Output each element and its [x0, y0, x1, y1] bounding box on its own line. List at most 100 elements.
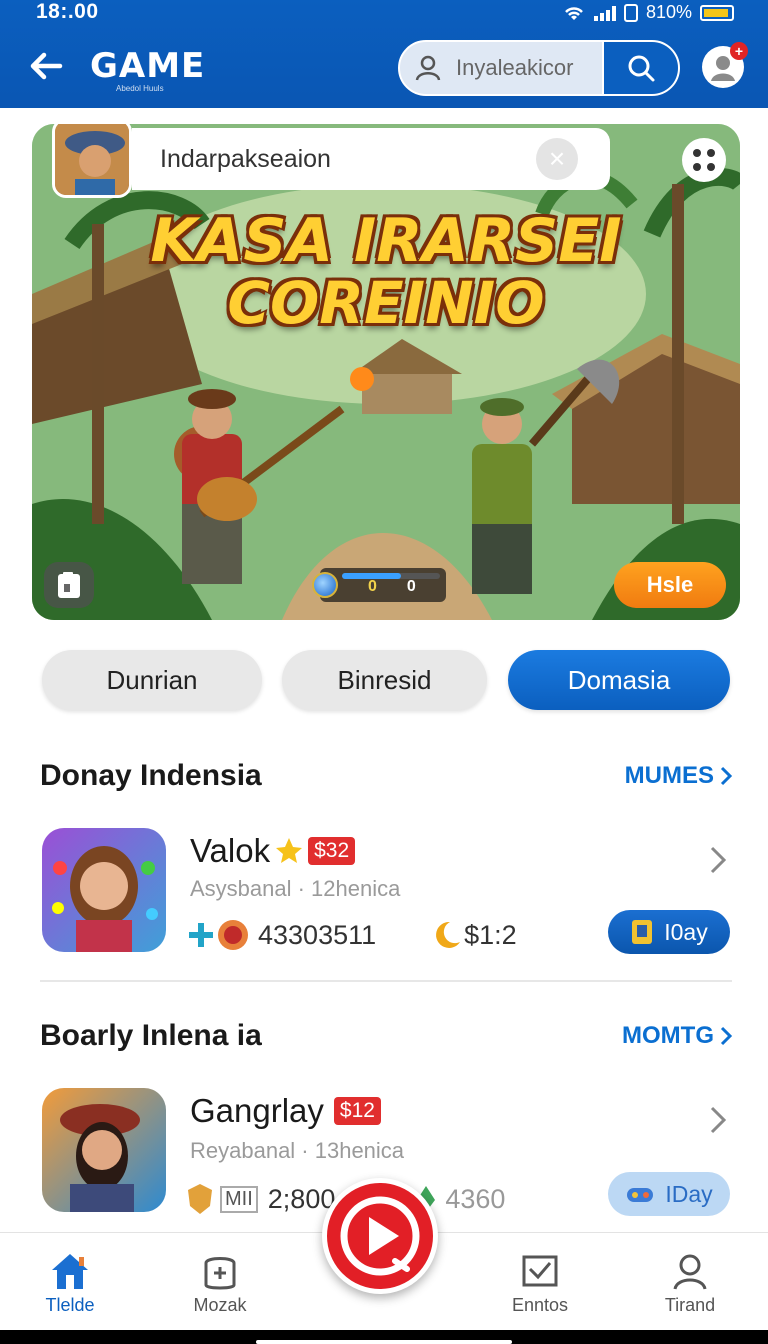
search-icon — [628, 55, 655, 82]
game-title-line1: KASA IRARSEI — [150, 206, 622, 276]
chip-domasia[interactable]: Domasia — [508, 650, 730, 710]
home-icon — [52, 1254, 88, 1289]
chevron-right-icon — [720, 1026, 733, 1046]
status-time: 18:.00 — [36, 0, 99, 23]
game-extra-count: 4360 — [445, 1183, 506, 1214]
game-title: KASA IRARSEI COREINIO — [32, 210, 740, 334]
chip-dunrian[interactable]: Dunrian — [42, 650, 262, 710]
notification-badge: + — [730, 42, 748, 60]
section-more-label: MUMES — [624, 762, 714, 789]
section-more-link[interactable]: MOMTG — [622, 1022, 734, 1050]
game-list-item[interactable]: Valok $32 Asysbanal · 12henica 43303511 … — [40, 828, 734, 958]
profile-avatar-button[interactable]: + — [702, 42, 748, 88]
section-divider — [40, 980, 732, 982]
moon-icon — [436, 921, 461, 948]
section-more-label: MOMTG — [622, 1022, 714, 1049]
section-title: Donay Indensia — [40, 759, 262, 792]
gamepad-icon — [627, 1188, 654, 1202]
nav-label: Mozak — [193, 1295, 247, 1315]
nav-item-enntos[interactable]: Enntos — [490, 1251, 590, 1316]
banner-caption: Indarpakseaion — [160, 144, 331, 173]
search-input[interactable] — [456, 42, 602, 94]
dots-icon — [693, 149, 701, 157]
chevron-right-icon — [720, 766, 733, 786]
game-hud: 0 0 — [312, 568, 446, 602]
nav-item-mozak[interactable]: Mozak — [170, 1251, 270, 1316]
home-indicator — [0, 1330, 768, 1344]
profile-icon — [673, 1254, 707, 1290]
game-icon — [42, 1088, 166, 1212]
banner-more-button[interactable] — [682, 138, 726, 182]
banner-artwork — [32, 124, 740, 620]
game-name: Gangrlay $12 — [190, 1092, 381, 1130]
game-meta: Reyabanal · 13henica — [190, 1138, 405, 1163]
hud-progress-bar — [342, 573, 440, 579]
battery-percent: 810% — [645, 2, 692, 22]
featured-banner[interactable]: Indarpakseaion × KASA IRARSEI COREINIO 0… — [32, 124, 740, 620]
section-header: Boarly Inlena ia MOMTG — [40, 1016, 734, 1056]
nav-item-tirand[interactable]: Tirand — [640, 1251, 740, 1316]
logo-subtext: Abedol Huuls — [116, 84, 164, 93]
sim-icon — [623, 3, 638, 22]
play-icon — [340, 1196, 420, 1276]
arrow-left-icon — [30, 52, 63, 80]
floating-play-button[interactable] — [322, 1178, 438, 1294]
game-name-text: Gangrlay — [190, 1092, 324, 1129]
mana-orb-icon — [312, 572, 338, 598]
logo-text: GAME — [90, 46, 206, 86]
chip-label: Binresid — [337, 664, 432, 695]
banner-save-button[interactable] — [44, 562, 94, 608]
puzzle-icon — [189, 923, 213, 947]
game-stats: 43303511 $1:2 — [186, 918, 517, 952]
ticket-icon — [632, 920, 653, 944]
app-header: 18:.00 810% GAME Abedol Huuls + — [0, 0, 768, 108]
app-logo: GAME Abedol Huuls — [90, 46, 205, 93]
shield-icon — [188, 1184, 212, 1214]
close-icon: × — [548, 143, 566, 174]
mail-icon — [522, 1255, 558, 1287]
play-button[interactable]: IDay — [608, 1172, 730, 1216]
play-button-label: IDay — [665, 1180, 713, 1207]
hud-score: 0 — [406, 578, 416, 595]
price-badge: $12 — [333, 1097, 381, 1125]
user-icon — [400, 54, 456, 82]
battery-icon — [700, 4, 734, 21]
gamepad-icon — [204, 1257, 236, 1290]
save-icon — [58, 572, 80, 598]
chip-label: Domasia — [567, 664, 671, 695]
nav-label: Tlelde — [45, 1295, 95, 1315]
play-count: 43303511 — [258, 919, 377, 950]
game-name: Valok $32 — [190, 832, 356, 870]
badge-label: MII — [220, 1185, 258, 1213]
chip-label: Dunrian — [106, 664, 198, 695]
nav-label: Enntos — [511, 1295, 569, 1315]
play-button[interactable]: I0ay — [608, 910, 730, 954]
chevron-right-icon[interactable] — [706, 844, 730, 876]
game-icon — [42, 828, 166, 952]
status-bar: 18:.00 810% — [0, 0, 768, 28]
game-title-line2: COREINIO — [227, 269, 545, 337]
search-button[interactable] — [602, 42, 678, 94]
game-cost: $1:2 — [464, 919, 517, 950]
game-meta: Asysbanal · 12henica — [190, 876, 401, 901]
chevron-right-icon[interactable] — [706, 1104, 730, 1136]
search-bar[interactable] — [398, 40, 680, 96]
banner-play-button[interactable]: Hsle — [614, 562, 726, 608]
nav-item-home[interactable]: Tlelde — [20, 1251, 120, 1316]
banner-close-button[interactable]: × — [536, 138, 578, 180]
nav-label: Tirand — [664, 1295, 716, 1315]
section-more-link[interactable]: MUMES — [625, 762, 734, 790]
status-icons: 810% — [562, 2, 734, 23]
signal-icon — [593, 5, 616, 21]
hud-coins: 0 — [368, 578, 377, 595]
play-button-label: I0ay — [664, 918, 708, 945]
game-name-text: Valok — [190, 832, 271, 869]
wifi-icon — [565, 6, 583, 20]
banner-play-label: Hsle — [646, 572, 694, 597]
gem-icon — [218, 920, 248, 950]
back-button[interactable] — [26, 46, 66, 86]
chip-binresid[interactable]: Binresid — [282, 650, 487, 710]
price-badge: $32 — [308, 837, 356, 865]
play-count: 2;800 — [267, 1183, 336, 1214]
section-title: Boarly Inlena ia — [40, 1019, 262, 1052]
